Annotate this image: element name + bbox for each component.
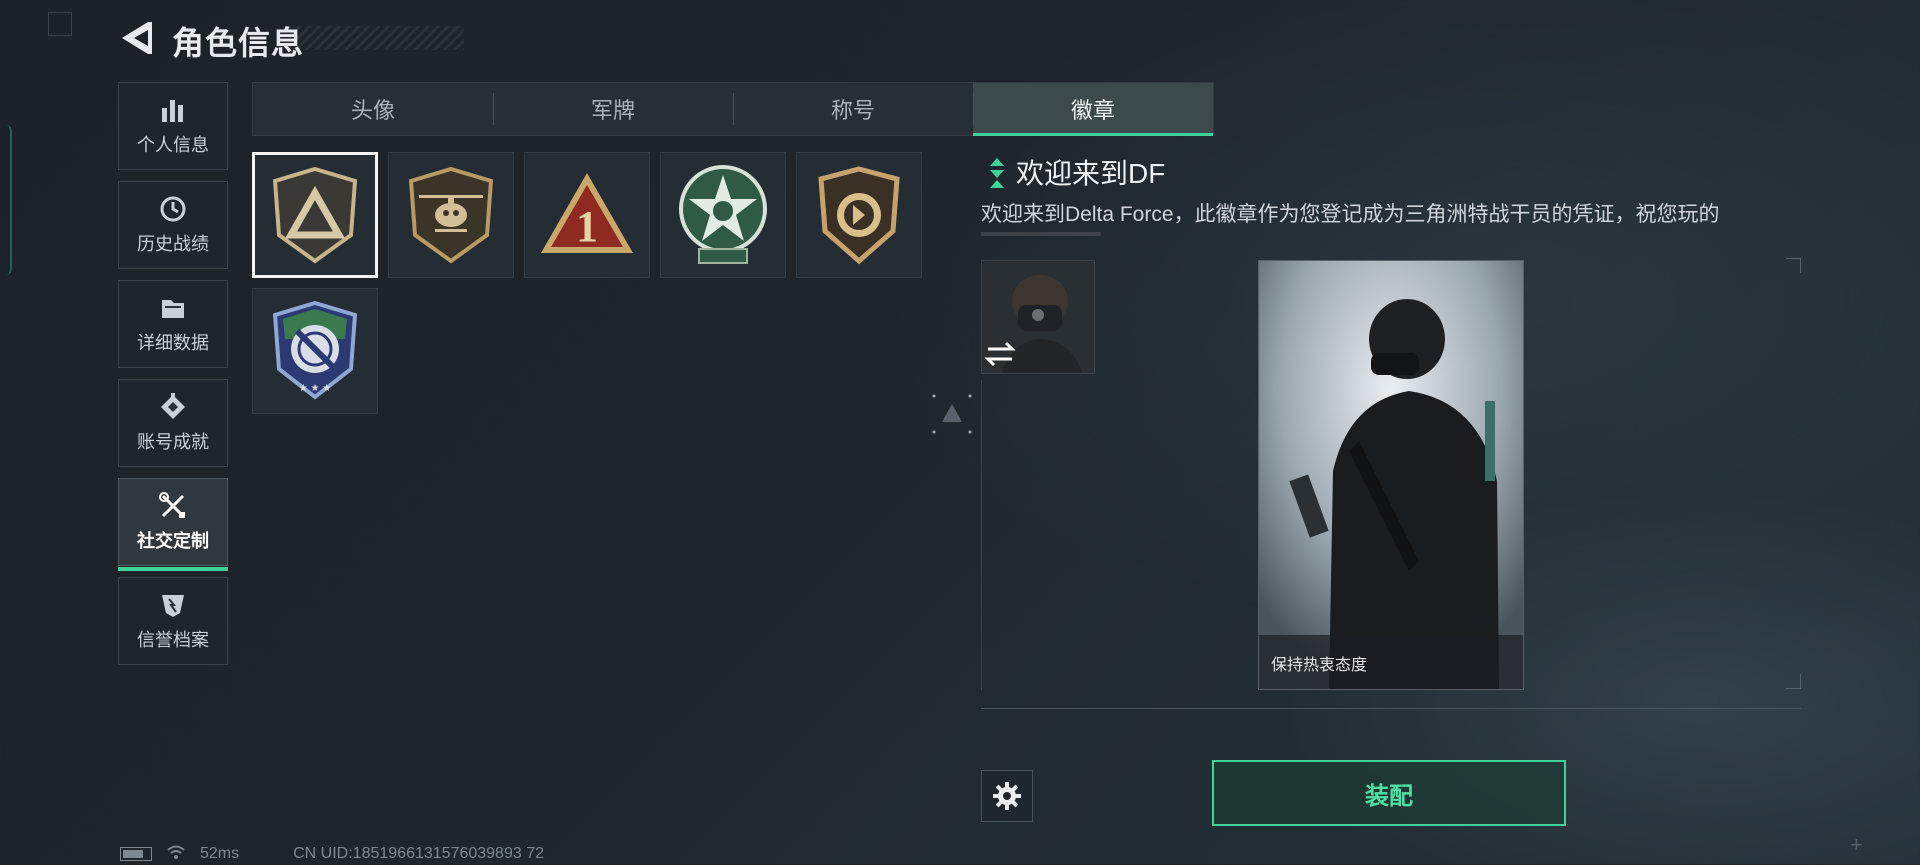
tab-dog-tag[interactable]: 军牌 (493, 83, 733, 135)
divider (981, 708, 1801, 709)
left-edge-handle (0, 125, 12, 275)
svg-text:★ ★ ★: ★ ★ ★ (299, 383, 331, 394)
sidebar-item-label: 历史战绩 (137, 234, 209, 254)
sidebar-item-social-custom[interactable]: 社交定制 (118, 478, 228, 571)
card-caption-bar: 保持热衷态度 (1259, 635, 1523, 689)
frame-corner (1786, 258, 1801, 273)
frame-corner (1786, 674, 1801, 689)
badge-slot[interactable]: 1 (524, 152, 650, 278)
green-star-badge-icon (679, 165, 767, 264)
clock-history-icon (158, 194, 188, 224)
wifi-icon (166, 844, 186, 865)
back-arrow-icon (122, 22, 152, 54)
tab-badge[interactable]: 徽章 (973, 83, 1213, 136)
operator-card: 保持热衷态度 (1258, 260, 1524, 690)
badge-slot[interactable] (388, 152, 514, 278)
credit-shield-icon (158, 590, 188, 620)
back-button[interactable] (118, 18, 156, 58)
sidebar-item-achievements[interactable]: 账号成就 (118, 379, 228, 467)
red-number-one-badge-icon: 1 (541, 173, 633, 253)
corner-plus-icon: + (1850, 832, 1863, 857)
badge-slot[interactable]: ★ ★ ★ (252, 288, 378, 414)
crosshair-knife-badge-icon: ★ ★ ★ (272, 300, 358, 400)
card-caption: 保持热衷态度 (1271, 657, 1368, 674)
badge-grid: 1 ★ ★ ★ (252, 152, 942, 414)
scroll-indicator (981, 232, 1101, 236)
operator-portrait-icon (982, 261, 1094, 373)
achievement-icon (158, 392, 188, 422)
character-swap-button[interactable] (981, 260, 1095, 374)
frame-line (981, 380, 982, 690)
badge-title: 欢迎来到DF (1016, 158, 1166, 189)
sidebar-item-label: 账号成就 (137, 432, 209, 452)
title-decoration (288, 26, 464, 50)
tab-bar: 头像 军牌 称号 徽章 (252, 82, 1214, 136)
svg-text:1: 1 (576, 202, 598, 251)
badge-slot[interactable] (796, 152, 922, 278)
sidebar-item-label: 社交定制 (137, 531, 209, 551)
tools-icon (158, 491, 188, 521)
equip-button[interactable]: 装配 (1212, 760, 1566, 826)
sidebar-item-details[interactable]: 详细数据 (118, 280, 228, 368)
title-marker-icon (990, 158, 1004, 193)
badge-slot[interactable] (660, 152, 786, 278)
settings-button[interactable] (981, 770, 1033, 822)
page-title: 角色信息 (172, 25, 305, 61)
badge-slot[interactable] (252, 152, 378, 278)
sidebar: 个人信息 历史战绩 详细数据 账号成就 社交定制 信誉档案 (118, 82, 228, 676)
gear-icon (993, 782, 1021, 810)
ping-value: 52ms (200, 845, 240, 862)
sidebar-item-personal-info[interactable]: 个人信息 (118, 82, 228, 170)
player-uid: CN UID:1851966131576039893 72 (293, 845, 544, 862)
status-bar: 52ms CN UID:1851966131576039893 72 (120, 844, 544, 864)
sidebar-item-label: 详细数据 (137, 333, 209, 353)
gold-emblem-badge-icon (818, 166, 900, 265)
operator-illustration (1259, 261, 1523, 689)
delta-triangle-badge-icon (272, 166, 358, 264)
badge-description: 欢迎来到Delta Force，此徽章作为您登记成为三角洲特战干员的凭证，祝您玩… (981, 203, 1720, 226)
folder-icon (158, 293, 188, 323)
sidebar-item-label: 个人信息 (137, 135, 209, 155)
bar-chart-icon (158, 95, 188, 125)
tab-avatar[interactable]: 头像 (253, 83, 493, 135)
corner-mark (48, 12, 72, 36)
sidebar-item-credit[interactable]: 信誉档案 (118, 577, 228, 665)
sidebar-item-history[interactable]: 历史战绩 (118, 181, 228, 269)
sidebar-item-label: 信誉档案 (137, 630, 209, 650)
tab-title[interactable]: 称号 (733, 83, 973, 135)
panel-divider-icon (930, 392, 974, 436)
helicopter-badge-icon (408, 166, 494, 264)
battery-icon (120, 847, 152, 861)
